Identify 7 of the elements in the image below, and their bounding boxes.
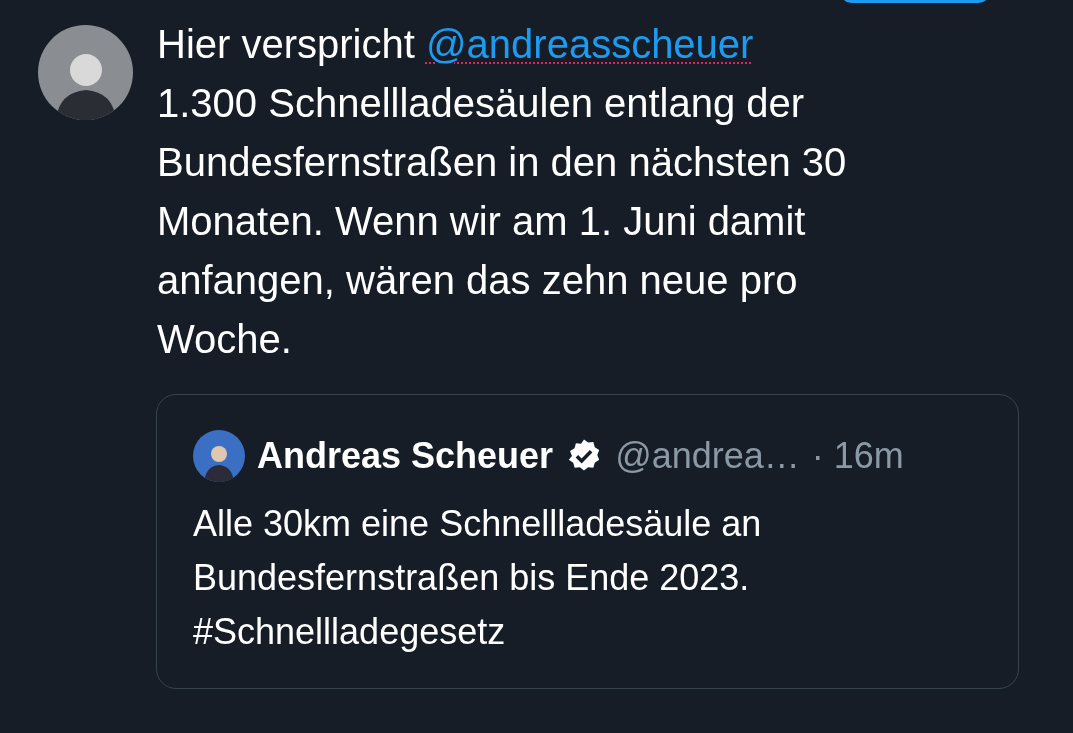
- author-name: Andreas Scheuer: [257, 434, 554, 478]
- mention-link[interactable]: @andreasscheuer: [425, 22, 754, 66]
- post-time: · 16m: [811, 434, 904, 478]
- quoted-tweet-text: Alle 30km eine Schnellladesäule an Bundesfernstraßen bis Ende 2023. #Schnellladegesetz: [193, 502, 763, 654]
- tweet-text: Hier verspricht @andreasscheuer 1.300 Schnellladesäulen entlang der Bundesfernstraßen in den nächsten 30 Monaten. Wenn wir am 1. Juni damit anfangen, wären das zehn neue pro Woche.: [157, 21, 848, 363]
- author-handle: @andrea…: [615, 434, 800, 478]
- quoted-tweet-card[interactable]: Andreas Scheuer @andrea… · 16m Alle 30km eine Schnellladesäule an Bundesfernstraßen bis Ende 2023. #Schnellladegesetz: [156, 394, 1019, 689]
